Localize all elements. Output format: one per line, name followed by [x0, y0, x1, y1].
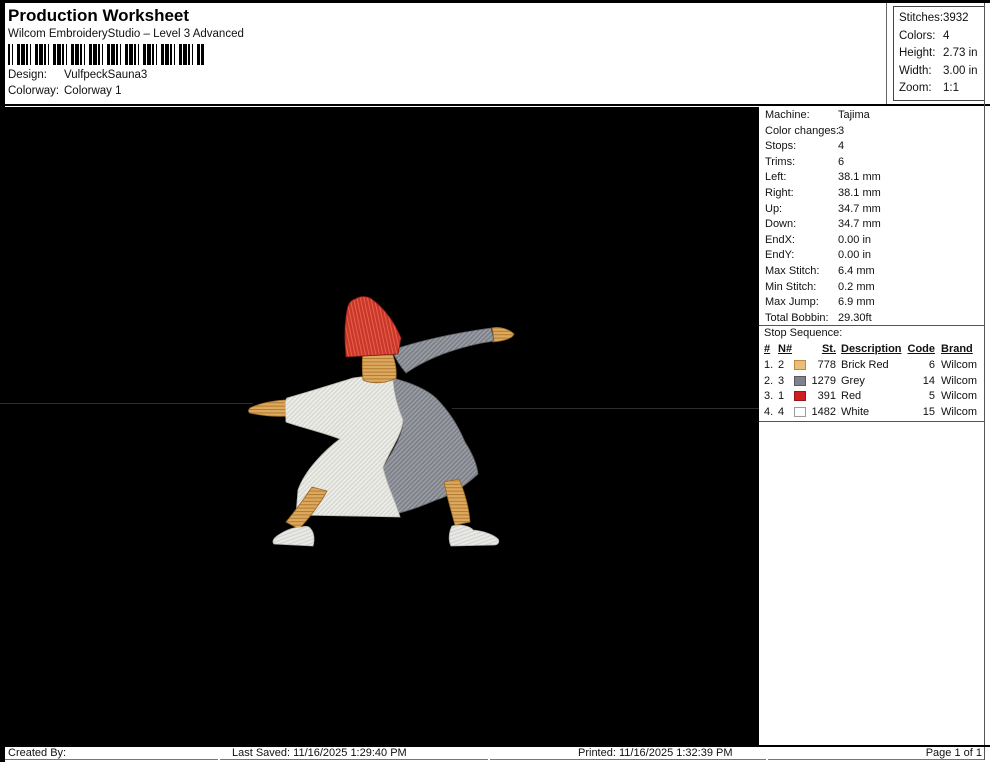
- stat-colors: Colors:4: [899, 28, 984, 46]
- info-max-jump: Max Jump:6.9 mm: [759, 295, 985, 311]
- barcode-icon: [8, 44, 204, 65]
- figure-right-hand: [492, 327, 514, 342]
- info-up: Up:34.7 mm: [759, 202, 985, 218]
- design-row: Design:VulfpeckSauna3: [8, 69, 147, 81]
- stop-sequence-row: 4. 4 1482 White 15 Wilcom: [759, 405, 985, 421]
- design-label: Design:: [8, 69, 64, 81]
- machine-info-panel: Machine:Tajima Color changes:3 Stops:4 T…: [759, 107, 985, 745]
- colorway-label: Colorway:: [8, 85, 64, 97]
- col-header-st: St.: [804, 342, 836, 358]
- figure-grey-sleeve: [392, 328, 494, 373]
- footer-printed: Printed: 11/16/2025 1:32:39 PM: [490, 747, 766, 760]
- footer-page-number: Page 1 of 1: [768, 747, 984, 760]
- worksheet-header: Production Worksheet Wilcom EmbroiderySt…: [5, 3, 984, 105]
- figure-right-shoe: [449, 525, 499, 546]
- info-max-stitch: Max Stitch:6.4 mm: [759, 264, 985, 280]
- figure-white-robe: [285, 377, 403, 517]
- stop-sequence-row: 1. 2 778 Brick Red 6 Wilcom: [759, 358, 985, 374]
- info-right: Right:38.1 mm: [759, 186, 985, 202]
- info-total-bobbin: Total Bobbin:29.30ft: [759, 311, 985, 327]
- stat-zoom: Zoom:1:1: [899, 80, 984, 98]
- info-left: Left:38.1 mm: [759, 170, 985, 186]
- design-value: VulfpeckSauna3: [64, 69, 147, 81]
- info-endy: EndY:0.00 in: [759, 248, 985, 264]
- info-stops: Stops:4: [759, 139, 985, 155]
- stop-sequence-row: 3. 1 391 Red 5 Wilcom: [759, 389, 985, 405]
- info-trims: Trims:6: [759, 155, 985, 171]
- info-down: Down:34.7 mm: [759, 217, 985, 233]
- stop-sequence-row: 2. 3 1279 Grey 14 Wilcom: [759, 374, 985, 390]
- divider: [759, 421, 984, 422]
- header-bottom-divider: [0, 104, 990, 106]
- col-header-code: Code: [907, 342, 935, 358]
- page-title: Production Worksheet: [8, 6, 189, 26]
- stat-stitches: Stitches:3932: [899, 10, 984, 28]
- figure-red-hat: [345, 297, 401, 358]
- info-endx: EndX:0.00 in: [759, 233, 985, 249]
- footer-created-by: Created By:: [5, 747, 218, 760]
- stat-width: Width:3.00 in: [899, 63, 984, 81]
- design-stats-box: Stitches:3932 Colors:4 Height:2.73 in Wi…: [893, 6, 985, 101]
- figure-left-hand: [249, 400, 291, 416]
- colorway-row: Colorway:Colorway 1: [8, 85, 122, 97]
- col-header-n: N#: [778, 342, 792, 358]
- footer-last-saved: Last Saved: 11/16/2025 1:29:40 PM: [220, 747, 488, 760]
- info-min-stitch: Min Stitch:0.2 mm: [759, 280, 985, 296]
- design-canvas: [0, 107, 759, 745]
- info-color-changes: Color changes:3: [759, 124, 985, 140]
- figure-left-shoe: [273, 526, 314, 546]
- colorway-value: Colorway 1: [64, 85, 122, 97]
- header-divider: [886, 3, 887, 105]
- figure-right-leg: [444, 479, 470, 525]
- col-header-brand: Brand: [941, 342, 985, 358]
- col-header-description: Description: [841, 342, 909, 358]
- page-right-border: [984, 3, 985, 760]
- info-machine: Machine:Tajima: [759, 108, 985, 124]
- stop-sequence-title: Stop Sequence:: [764, 327, 842, 339]
- stat-height: Height:2.73 in: [899, 45, 984, 63]
- stitch-guide-line-left: [0, 403, 253, 404]
- col-header-seq: #: [764, 342, 776, 358]
- app-subtitle: Wilcom EmbroideryStudio – Level 3 Advanc…: [8, 28, 244, 40]
- embroidery-design-preview: [240, 290, 530, 560]
- machine-info-list: Machine:Tajima Color changes:3 Stops:4 T…: [759, 108, 985, 326]
- footer: Created By: Last Saved: 11/16/2025 1:29:…: [0, 747, 990, 762]
- divider: [759, 325, 984, 326]
